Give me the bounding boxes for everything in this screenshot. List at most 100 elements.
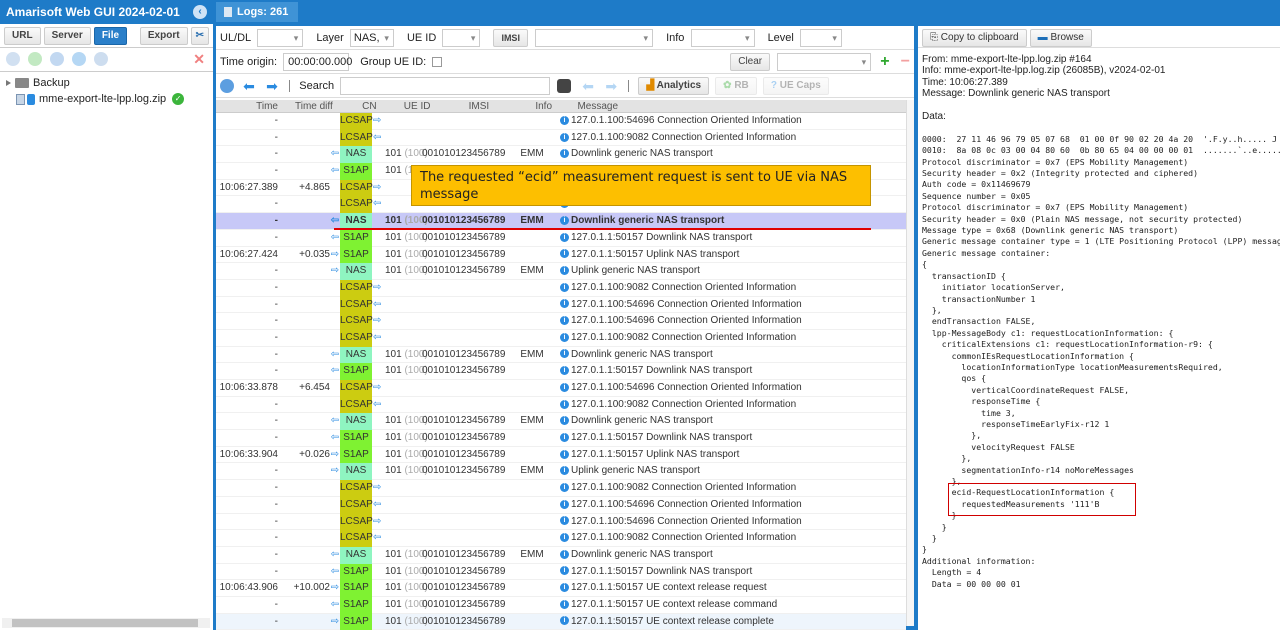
- info-icon[interactable]: i: [560, 616, 569, 626]
- info-icon[interactable]: i: [560, 316, 569, 326]
- info-icon[interactable]: i: [560, 566, 569, 576]
- col-message[interactable]: Message: [573, 100, 618, 113]
- table-row[interactable]: -⇦S1AP101 (100)001010123456789i127.0.1.1…: [216, 596, 906, 614]
- imsi-select[interactable]: [535, 29, 654, 47]
- info-icon[interactable]: i: [560, 466, 569, 476]
- table-row[interactable]: - LCSAP⇦ i127.0.1.100:9082 Connection Ori…: [216, 530, 906, 547]
- table-row[interactable]: - LCSAP⇦ i127.0.1.100:9082 Connection Ori…: [216, 329, 906, 347]
- search-input[interactable]: [340, 77, 551, 95]
- table-row[interactable]: 10:06:43.906 +10.002⇨ S1AP 101 (100)0010101…: [216, 580, 906, 597]
- export-button[interactable]: Export: [139, 27, 188, 45]
- info-icon[interactable]: i: [560, 499, 569, 509]
- info-icon[interactable]: i: [560, 349, 569, 359]
- info-icon[interactable]: i: [560, 115, 569, 125]
- table-row[interactable]: -⇦S1AP101 (100)001010123456789i127.0.1.1…: [216, 363, 906, 380]
- info-icon[interactable]: i: [560, 533, 569, 543]
- table-row[interactable]: - LCSAP⇦ i127.0.1.100:9082 Connection Ori…: [216, 396, 906, 414]
- rb-button[interactable]: ✿ RB: [715, 77, 757, 95]
- tree-item-backup[interactable]: Backup: [6, 75, 207, 91]
- info-icon[interactable]: i: [560, 232, 569, 242]
- info-icon[interactable]: i: [560, 249, 569, 259]
- search-next-icon[interactable]: ➡: [605, 79, 619, 93]
- add-icon[interactable]: +: [880, 53, 889, 71]
- imsi-button[interactable]: IMSI: [493, 29, 528, 47]
- col-ue-id[interactable]: UE ID: [393, 100, 441, 113]
- browse-button[interactable]: ▬ Browse: [1029, 29, 1092, 47]
- layer-select[interactable]: NAS,: [349, 29, 394, 47]
- tab-logs[interactable]: Logs: 261: [216, 2, 299, 22]
- tree-item-log-file[interactable]: mme-export-lte-lpp.log.zip ✓: [6, 91, 207, 107]
- delete-icon[interactable]: ✕: [193, 51, 205, 68]
- info-icon[interactable]: i: [560, 416, 569, 426]
- table-row[interactable]: - ⇦ NAS 101 (100)001010123456789 EMM i Downlin…: [216, 346, 906, 364]
- time-origin-input[interactable]: 00:00:00.000: [283, 53, 352, 71]
- table-row[interactable]: 10:06:33.904 +0.026⇨ S1AP 101 (100)00101012…: [216, 446, 906, 464]
- col-imsi[interactable]: IMSI: [444, 100, 514, 113]
- scrollbar-thumb[interactable]: [12, 619, 198, 627]
- clock-icon[interactable]: [220, 79, 234, 93]
- info-icon[interactable]: i: [560, 599, 569, 609]
- file-button[interactable]: File: [93, 27, 128, 45]
- level-select[interactable]: [799, 29, 842, 47]
- col-info[interactable]: Info: [517, 100, 571, 113]
- wrench-icon[interactable]: [6, 52, 20, 66]
- vertical-scrollbar[interactable]: [906, 100, 914, 626]
- prev-arrow-icon[interactable]: ⬅: [243, 79, 257, 93]
- table-row[interactable]: -⇦S1AP101 (100)001010123456789i127.0.1.1…: [216, 563, 906, 581]
- table-row[interactable]: - LCSAP⇨ i 127.0.1.100:54696 Connection Or…: [216, 113, 906, 130]
- table-row[interactable]: - ⇦ NAS 101 (100)001010123456789 EMM i Downlin…: [216, 413, 906, 431]
- horizontal-scrollbar[interactable]: [2, 618, 210, 628]
- info-icon[interactable]: i: [560, 549, 569, 559]
- analytics-button[interactable]: ▟ Analytics: [638, 77, 710, 95]
- table-row[interactable]: - LCSAP⇨ i 127.0.1.100:9082 Connection Ori…: [216, 279, 906, 297]
- table-row[interactable]: - LCSAP⇨ i 127.0.1.100:54696 Connection Or…: [216, 513, 906, 531]
- url-button[interactable]: URL: [4, 27, 41, 45]
- info-icon[interactable]: i: [560, 583, 569, 593]
- info-icon[interactable]: i: [560, 282, 569, 292]
- table-row[interactable]: 10:06:27.424 +0.035⇨ S1AP 101 (100)00101012…: [216, 246, 906, 264]
- info-icon[interactable]: i: [560, 299, 569, 309]
- info-icon[interactable]: i: [560, 432, 569, 442]
- table-row[interactable]: - LCSAP⇦ i 127.0.1.100:54696 Connection Or…: [216, 496, 906, 514]
- table-row[interactable]: - ⇦ NAS 101 (100)001010123456789 EMM i Downlin…: [216, 146, 906, 164]
- expand-icon[interactable]: [6, 80, 11, 87]
- info-icon[interactable]: i: [560, 266, 569, 276]
- scissors-button[interactable]: ✂: [190, 27, 209, 45]
- info-icon[interactable]: i: [560, 332, 569, 342]
- table-row[interactable]: - LCSAP⇨ i 127.0.1.100:54696 Connection Or…: [216, 313, 906, 330]
- scissors-icon[interactable]: [94, 52, 109, 66]
- search-prev-icon[interactable]: ⬅: [582, 79, 596, 93]
- ueid-select[interactable]: [442, 29, 481, 47]
- ue-caps-button[interactable]: ? UE Caps: [762, 77, 829, 95]
- table-row[interactable]: - LCSAP⇨ i 127.0.1.100:9082 Connection Ori…: [216, 480, 906, 497]
- table-row[interactable]: - LCSAP⇦ i127.0.1.100:9082 Connection Ori…: [216, 129, 906, 147]
- info-icon[interactable]: i: [560, 215, 569, 225]
- table-row[interactable]: - LCSAP⇦ i 127.0.1.100:54696 Connection Or…: [216, 296, 906, 314]
- refresh-icon[interactable]: [50, 52, 65, 66]
- table-row[interactable]: - ⇨ S1AP 101 (100)001010123456789 i 127.0.1.1…: [216, 613, 906, 630]
- next-arrow-icon[interactable]: ➡: [266, 79, 280, 93]
- uldl-select[interactable]: [257, 29, 304, 47]
- table-row[interactable]: -⇦S1AP101 (100)001010123456789i127.0.1.1…: [216, 229, 906, 247]
- remove-icon[interactable]: −: [901, 53, 910, 71]
- info-icon[interactable]: i: [560, 382, 569, 392]
- check-icon[interactable]: [28, 52, 43, 66]
- info-icon[interactable]: i: [560, 132, 569, 142]
- table-row[interactable]: - ⇦ NAS 101 (100)001010123456789 EMM i Downlin…: [216, 546, 906, 564]
- info-icon[interactable]: i: [560, 482, 569, 492]
- filter-preset-select[interactable]: [777, 53, 872, 71]
- info-icon[interactable]: i: [560, 516, 569, 526]
- col-time-diff[interactable]: Time diff: [281, 100, 333, 113]
- table-row[interactable]: 10:06:33.878 +6.454 LCSAP⇨ i 127.0.1.100:54…: [216, 380, 906, 397]
- copy-to-clipboard-button[interactable]: ⎘ Copy to clipboard: [922, 29, 1027, 47]
- col-time[interactable]: Time: [216, 100, 278, 113]
- info-select[interactable]: [690, 29, 755, 47]
- group-ue-checkbox[interactable]: [432, 57, 443, 67]
- binoculars-icon[interactable]: [557, 79, 572, 93]
- info-icon[interactable]: i: [560, 366, 569, 376]
- server-button[interactable]: Server: [43, 27, 91, 45]
- info-icon[interactable]: i: [560, 449, 569, 459]
- info-icon[interactable]: i: [560, 149, 569, 159]
- clear-button[interactable]: Clear: [730, 53, 771, 71]
- table-row[interactable]: -⇦S1AP101 (100)001010123456789i127.0.1.1…: [216, 430, 906, 447]
